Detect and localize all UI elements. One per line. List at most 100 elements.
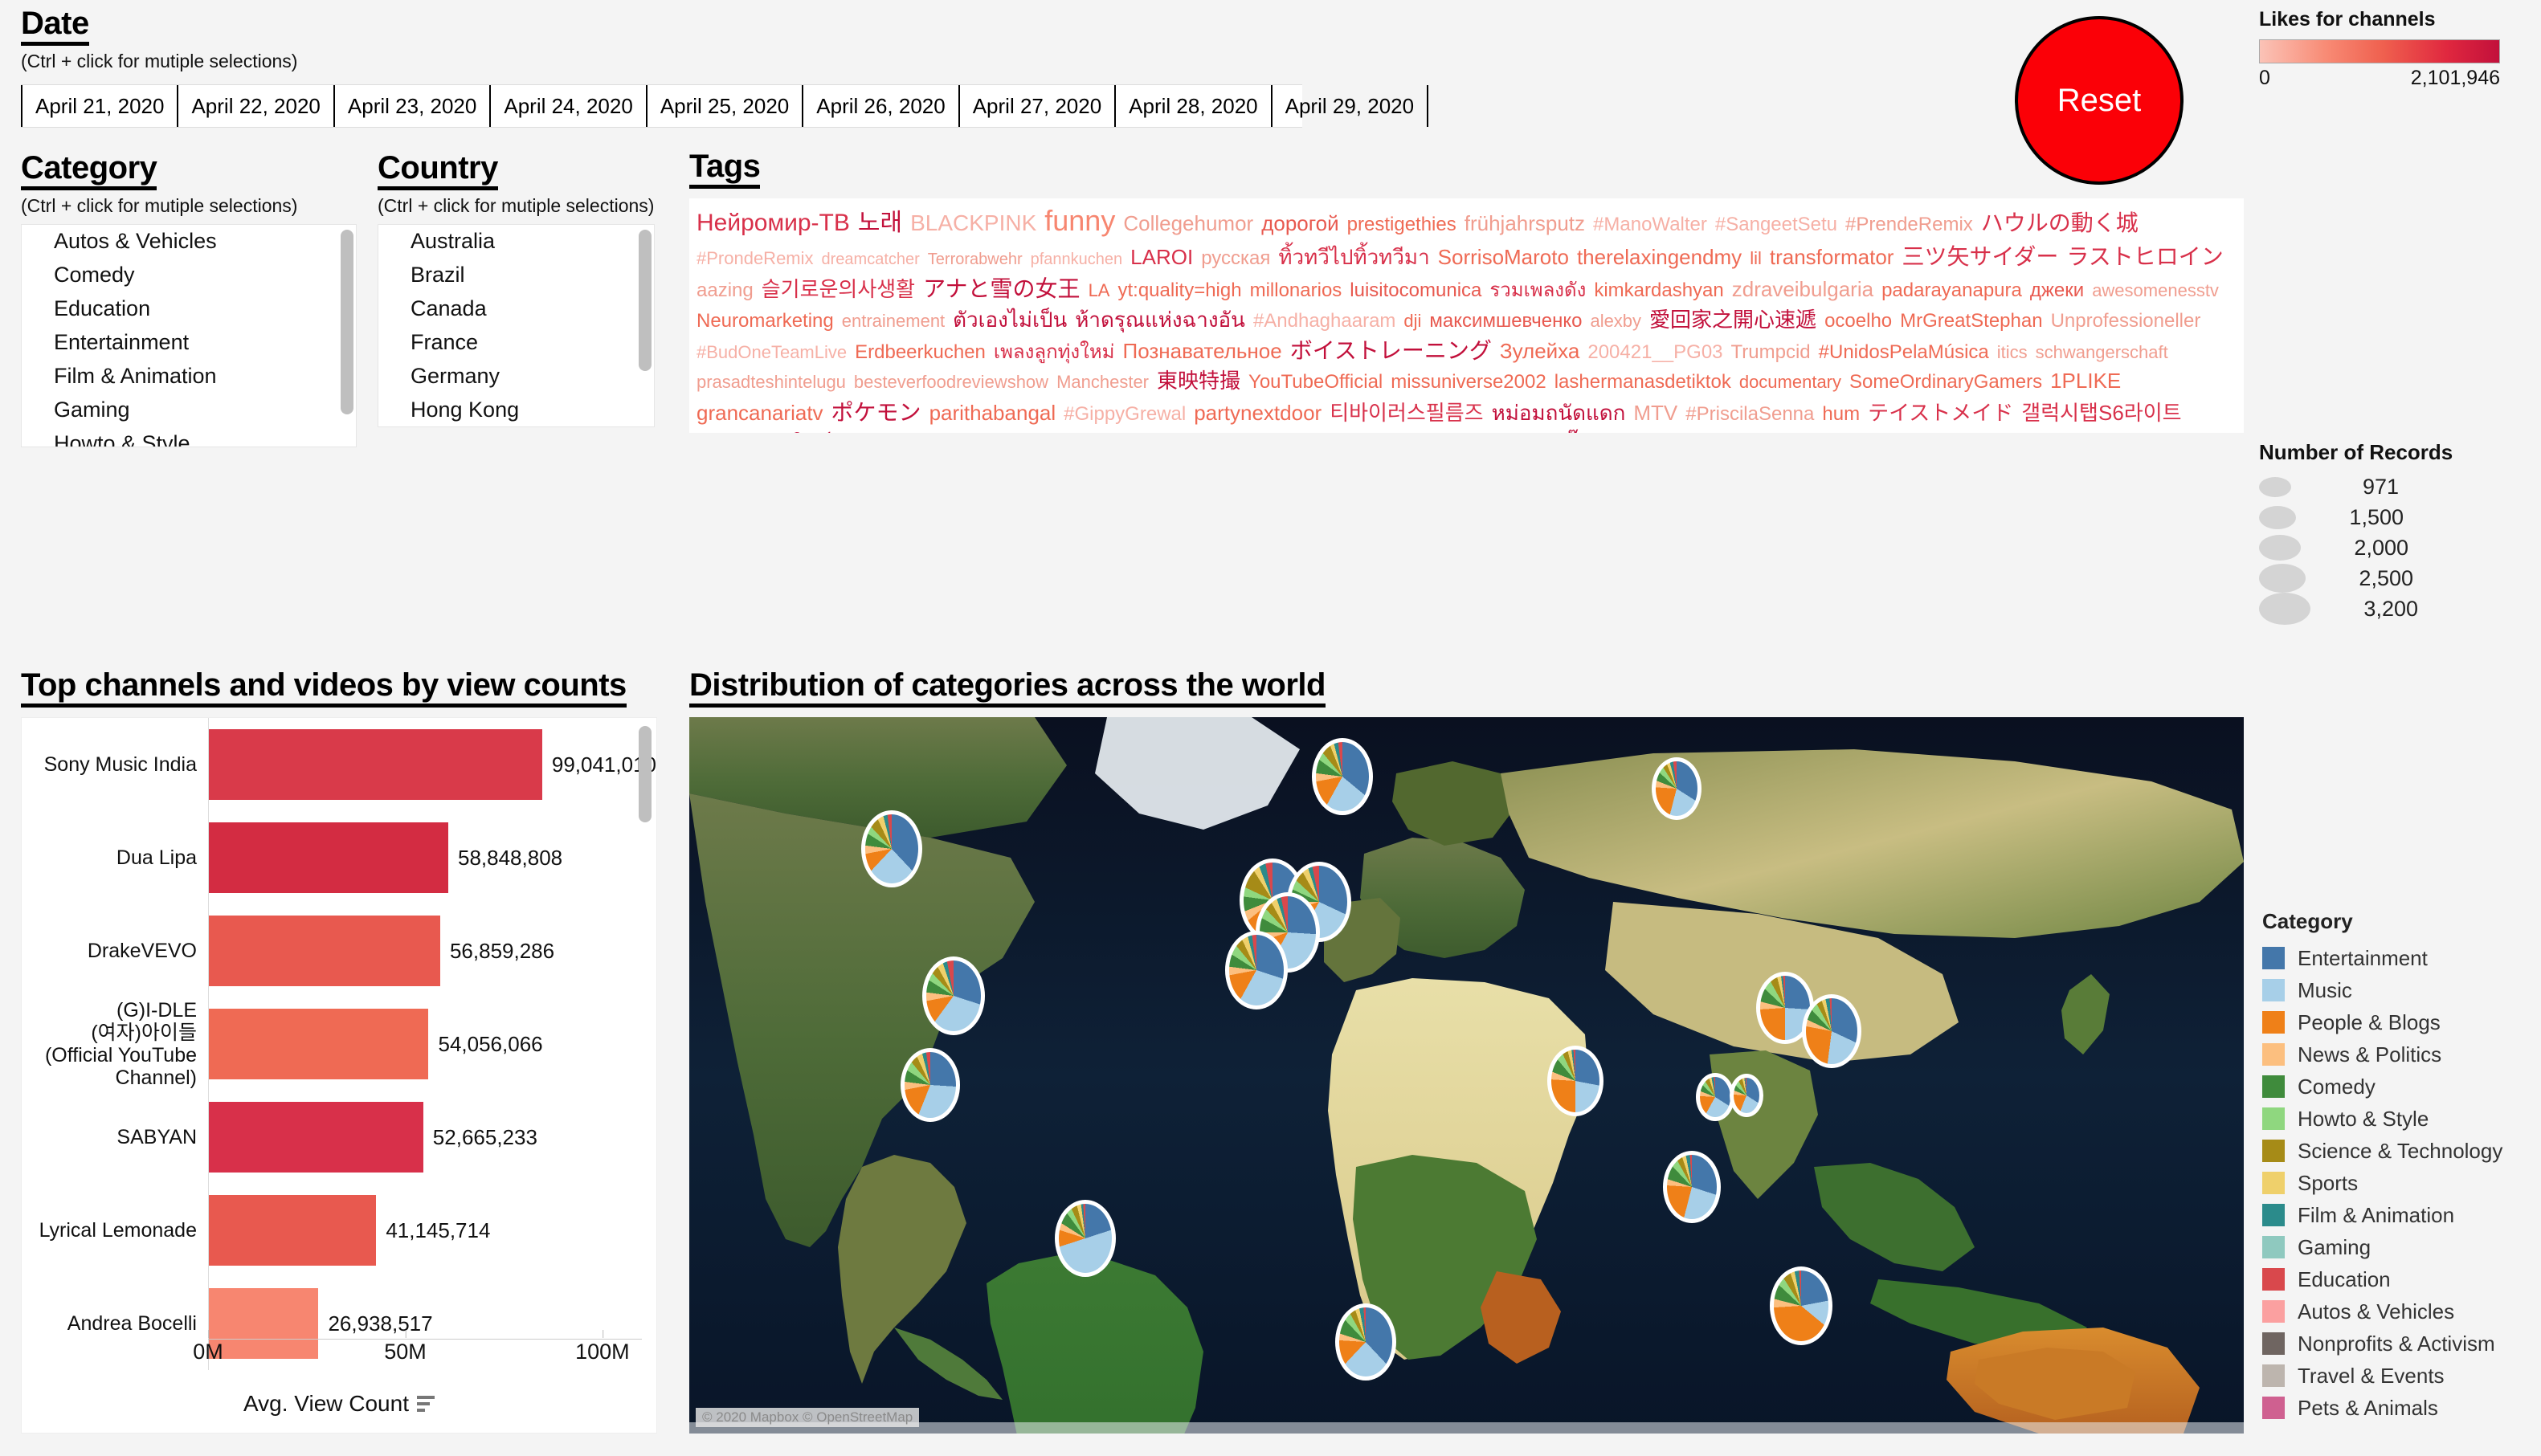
tag-item[interactable]: 슬기로운의사생활 [762, 275, 915, 304]
map-pie-marker-spain[interactable] [1225, 930, 1289, 1009]
bar-chart-scrollbar-thumb[interactable] [639, 726, 652, 822]
tag-item[interactable]: lil [1750, 246, 1762, 271]
tag-item[interactable]: 갤럭시탭S6라이트 [2021, 398, 2181, 428]
world-map[interactable]: © 2020 Mapbox © OpenStreetMap [689, 717, 2244, 1434]
tag-item[interactable]: ทิ้วทวีไปทิ้วทวีมา [1278, 243, 1429, 272]
tag-item[interactable]: MTV [1633, 398, 1677, 428]
tag-item[interactable]: Erdbeerkuchen [855, 339, 986, 366]
tag-item[interactable]: 愛回家之開心速遞 [1649, 305, 1816, 335]
date-chip[interactable]: April 21, 2020 [21, 85, 177, 128]
tag-item[interactable]: YouTubeOfficial [1248, 369, 1383, 396]
tag-item[interactable]: Anne-Elisabeth [1312, 430, 1443, 433]
tag-item[interactable]: documentary [1739, 369, 1841, 394]
tag-item[interactable]: #ManoWalter [1593, 211, 1707, 239]
tag-item[interactable]: 1PLIKE [2050, 366, 2121, 396]
tag-item[interactable]: русская [1201, 245, 1270, 272]
country-item[interactable]: Canada [378, 292, 654, 326]
tag-item[interactable]: 三ツ矢サイダー [1902, 241, 2058, 273]
category-item[interactable]: Gaming [22, 394, 356, 427]
bar-chart-scrollbar[interactable] [639, 726, 652, 1312]
tag-item[interactable]: Collegehumor [1123, 209, 1253, 239]
category-item[interactable]: Howto & Style [22, 427, 356, 447]
tag-item[interactable]: LAROI [1130, 243, 1193, 272]
tag-item[interactable]: SorrisoMaroto [1438, 243, 1569, 272]
tag-item[interactable]: kimkardashyan [1594, 277, 1723, 304]
category-scrollbar-thumb[interactable] [341, 230, 353, 415]
tag-item[interactable]: #GippyGrewal [1064, 401, 1186, 428]
tag-item[interactable]: ハウルの動く城 [1981, 207, 2139, 239]
tag-item[interactable]: #BudOneTeamLive [697, 340, 847, 365]
tag-item[interactable]: #SangeetSetu [1715, 211, 1837, 239]
tag-item[interactable]: Terrorabwehr [928, 248, 1023, 271]
country-item[interactable]: Germany [378, 360, 654, 394]
bar-chart-row[interactable]: Sony Music India 99,041,010 [22, 718, 656, 811]
date-chip[interactable]: April 28, 2020 [1114, 85, 1270, 128]
country-scrollbar-thumb[interactable] [639, 230, 652, 372]
category-listbox[interactable]: Autos & Vehicles Comedy Education Entertain… [21, 224, 357, 448]
tag-item[interactable]: millonarios [1250, 277, 1342, 304]
tag-item[interactable]: Познавательное [1123, 336, 1282, 366]
tag-item[interactable]: SomeOrdinaryGamers [1849, 369, 2042, 396]
tag-item[interactable]: ポケモン [831, 397, 921, 429]
tag-item[interactable]: #PriscilaSenna [1685, 401, 1814, 428]
tag-item[interactable]: partynextdoor [1194, 398, 1322, 428]
tag-item[interactable]: transformator [1770, 243, 1894, 272]
tag-item[interactable]: hum [1822, 401, 1860, 428]
tag-item[interactable]: 티바이러스필름즈 [1330, 398, 1483, 428]
date-chip[interactable]: April 24, 2020 [489, 85, 645, 128]
bar-chart-row[interactable]: Dua Lipa 58,848,808 [22, 811, 656, 904]
tag-item[interactable]: ตัวเองไม่เป็น [953, 305, 1067, 335]
tag-item[interactable]: besteverfoodreviewshow [854, 369, 1048, 394]
tag-item[interactable]: Leandro [855, 430, 925, 433]
tag-item[interactable]: aazing [697, 277, 754, 304]
tag-item[interactable]: MrGreatStephan [1900, 308, 2042, 335]
category-scrollbar[interactable] [341, 230, 353, 442]
bar-row-fill[interactable] [209, 822, 448, 893]
map-legend-item[interactable]: Travel & Events [2262, 1360, 2539, 1392]
tag-item[interactable]: lashermanasdetiktok [1554, 369, 1731, 396]
country-scrollbar[interactable] [639, 230, 652, 422]
tag-item[interactable]: Trumpcid [1731, 339, 1811, 366]
tag-item[interactable]: awesomenesstv [2092, 278, 2219, 303]
tag-item[interactable]: frühjahrsputz [1465, 209, 1585, 239]
map-pie-marker-india[interactable] [1546, 1046, 1603, 1117]
tag-item[interactable]: ボイストレーニング [1290, 335, 1492, 367]
tag-item[interactable]: Нейромир-ТВ [697, 206, 850, 241]
tag-item[interactable]: entrainement [842, 308, 945, 333]
tag-item[interactable]: เพลงดัง [1099, 430, 1162, 433]
date-chip[interactable]: April 26, 2020 [802, 85, 958, 128]
country-listbox[interactable]: Australia Brazil Canada France Germany Hong K… [378, 224, 655, 428]
map-pie-marker-russia[interactable] [1651, 757, 1701, 821]
map-legend-item[interactable]: Film & Animation [2262, 1199, 2539, 1231]
tag-item[interactable]: 200421__PG03 [1587, 339, 1722, 366]
tag-item[interactable]: dreamcatcher [822, 248, 920, 271]
category-item[interactable]: Entertainment [22, 326, 356, 360]
tag-item[interactable]: ufomолекулярная [933, 430, 1091, 433]
bar-chart-row[interactable]: DrakeVEVO 56,859,286 [22, 904, 656, 997]
map-pie-marker-iceland[interactable] [1311, 738, 1373, 816]
map-legend-item[interactable]: Autos & Vehicles [2262, 1295, 2539, 1328]
tag-item[interactable]: grancanariatv [697, 398, 823, 428]
tag-item[interactable]: Unprofessioneller [2051, 308, 2201, 335]
tag-item[interactable]: LA [1089, 278, 1110, 303]
category-item[interactable]: Autos & Vehicles [22, 225, 356, 259]
bar-row-fill[interactable] [209, 1195, 377, 1266]
tag-item[interactable]: Motorrad [1876, 430, 1953, 433]
tag-item[interactable]: ห้าดรุณแห่งฉางอัน [1075, 305, 1245, 335]
tags-word-cloud[interactable]: Нейромир-ТВ 노래 BLACKPINK funny Collegehumor д… [689, 198, 2244, 433]
tag-item[interactable]: luisitocomunica [1350, 277, 1481, 304]
map-pie-marker-australia[interactable] [1769, 1266, 1832, 1346]
tag-item[interactable]: fastgoodcuisine [2099, 430, 2233, 433]
country-item[interactable]: France [378, 326, 654, 360]
sort-icon[interactable] [416, 1396, 435, 1412]
tag-item[interactable]: missuniverse2002 [1391, 369, 1546, 396]
tag-item[interactable]: アナと雪の女王 [923, 273, 1080, 305]
tag-item[interactable]: เพลงลูกทุ่งใหม่ [994, 339, 1115, 366]
tag-item[interactable]: yt:quality=high [1117, 277, 1241, 304]
map-pie-marker-taiwan[interactable] [1729, 1073, 1763, 1117]
map-pie-marker-canada[interactable] [860, 810, 922, 887]
tag-item[interactable]: รวมเพลงดัง [1489, 277, 1586, 304]
tag-item[interactable]: funny [1044, 200, 1115, 241]
tag-item[interactable]: BLACKPINK [910, 207, 1036, 239]
tag-item[interactable]: дорогой [1261, 209, 1338, 239]
